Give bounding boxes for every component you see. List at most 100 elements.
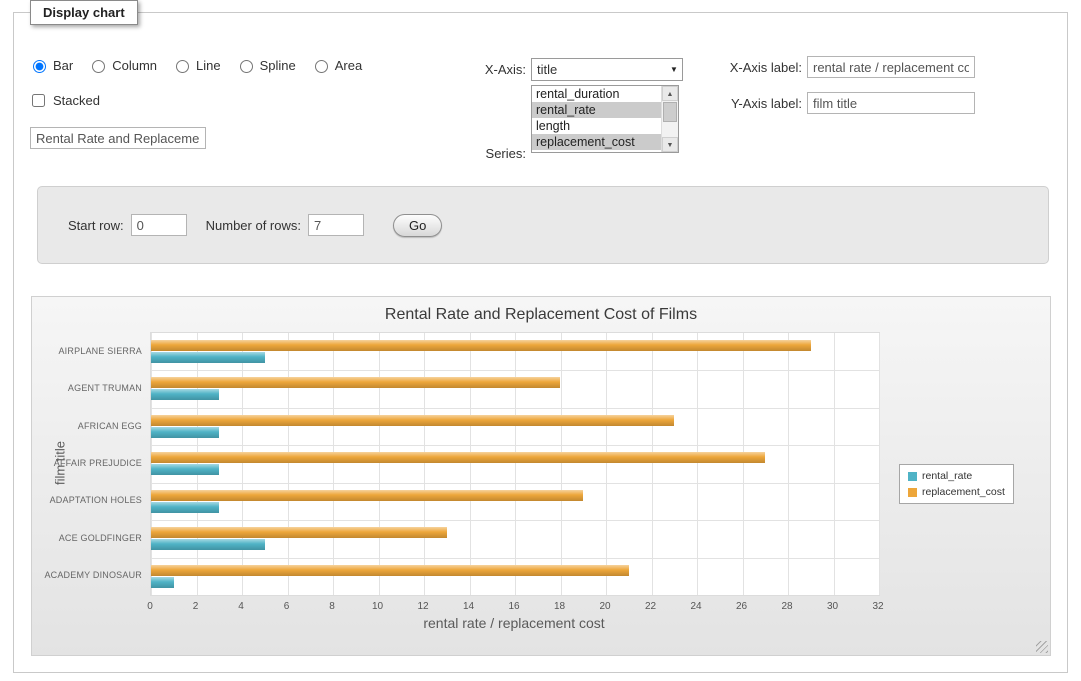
series-option-rental_rate[interactable]: rental_rate (532, 102, 661, 118)
xaxis-select[interactable]: title ▼ (531, 58, 683, 81)
series-listbox-options: rental_durationrental_ratelengthreplacem… (532, 86, 678, 150)
xaxis-select-label: X-Axis: (426, 62, 526, 77)
x-tick-label: 20 (590, 601, 620, 612)
radio-spline[interactable] (240, 60, 253, 73)
bar-rental_rate (151, 389, 219, 400)
bar-rental_rate (151, 577, 174, 588)
legend-item[interactable]: rental_rate (908, 470, 1005, 482)
radio-line[interactable] (176, 60, 189, 73)
gridline (879, 333, 880, 595)
panel-title: Display chart (30, 0, 138, 25)
stacked-option[interactable]: Stacked (28, 91, 100, 110)
bar-replacement_cost (151, 340, 811, 351)
start-row-label: Start row: (68, 218, 124, 233)
chart-type-option-column[interactable]: Column (87, 57, 157, 73)
plot-area (150, 332, 880, 596)
category-label: ADAPTATION HOLES (32, 495, 142, 505)
x-tick-label: 32 (863, 601, 893, 612)
xaxis-label-input[interactable] (807, 56, 975, 78)
gridline (379, 333, 380, 595)
yaxis-label-input[interactable] (807, 92, 975, 114)
bar-rental_rate (151, 539, 265, 550)
scroll-down-icon[interactable]: ▼ (662, 137, 678, 152)
gridline (743, 333, 744, 595)
chart-title-input[interactable] (30, 127, 206, 149)
x-tick-label: 16 (499, 601, 529, 612)
go-button[interactable]: Go (393, 214, 442, 237)
scrollbar-thumb[interactable] (663, 102, 677, 122)
gridline (151, 483, 879, 484)
radio-bar[interactable] (33, 60, 46, 73)
gridline (834, 333, 835, 595)
x-tick-label: 24 (681, 601, 711, 612)
series-option-length[interactable]: length (532, 118, 661, 134)
gridline (470, 333, 471, 595)
radio-label-text: Area (335, 58, 362, 73)
category-label: ACADEMY DINOSAUR (32, 570, 142, 580)
gridline (515, 333, 516, 595)
chart-type-option-spline[interactable]: Spline (235, 57, 296, 73)
legend-swatch (908, 488, 917, 497)
x-tick-label: 8 (317, 601, 347, 612)
radio-label-text: Line (196, 58, 221, 73)
category-label: ACE GOLDFINGER (32, 533, 142, 543)
bar-rental_rate (151, 464, 219, 475)
x-tick-label: 10 (363, 601, 393, 612)
gridline (242, 333, 243, 595)
chart-type-option-bar[interactable]: Bar (28, 57, 73, 73)
category-label: AFRICAN EGG (32, 421, 142, 431)
bar-rental_rate (151, 352, 265, 363)
radio-area[interactable] (315, 60, 328, 73)
num-rows-label: Number of rows: (206, 218, 301, 233)
series-listbox[interactable]: rental_durationrental_ratelengthreplacem… (531, 85, 679, 153)
series-option-rental_duration[interactable]: rental_duration (532, 86, 661, 102)
x-tick-label: 28 (772, 601, 802, 612)
category-label: AIRPLANE SIERRA (32, 346, 142, 356)
legend-label: replacement_cost (922, 486, 1005, 498)
resize-handle-icon[interactable] (1036, 641, 1048, 653)
bar-replacement_cost (151, 527, 447, 538)
x-tick-label: 22 (636, 601, 666, 612)
radio-column[interactable] (92, 60, 105, 73)
chart-legend: rental_rate replacement_cost (899, 464, 1014, 504)
gridline (288, 333, 289, 595)
legend-label: rental_rate (922, 470, 972, 482)
x-tick-label: 0 (135, 601, 165, 612)
radio-label-text: Column (112, 58, 157, 73)
chart-type-option-area[interactable]: Area (310, 57, 362, 73)
num-rows-input[interactable] (308, 214, 364, 236)
gridline (652, 333, 653, 595)
bar-replacement_cost (151, 377, 560, 388)
display-chart-panel: Display chart BarColumnLineSplineArea St… (13, 12, 1068, 673)
gridline (788, 333, 789, 595)
yaxis-label-field-label: Y-Axis label: (677, 96, 802, 111)
radio-label-text: Bar (53, 58, 73, 73)
bar-rental_rate (151, 502, 219, 513)
scroll-up-icon[interactable]: ▲ (662, 86, 678, 101)
gridline (151, 445, 879, 446)
stacked-label: Stacked (53, 93, 100, 108)
gridline (151, 520, 879, 521)
stacked-checkbox[interactable] (32, 94, 45, 107)
chart-container: Rental Rate and Replacement Cost of Film… (31, 296, 1051, 656)
gridline (151, 558, 879, 559)
bar-replacement_cost (151, 452, 765, 463)
bar-replacement_cost (151, 415, 674, 426)
x-tick-label: 2 (181, 601, 211, 612)
series-option-replacement_cost[interactable]: replacement_cost (532, 134, 661, 150)
gridline (151, 408, 879, 409)
series-scrollbar[interactable]: ▲ ▼ (661, 86, 678, 152)
start-row-input[interactable] (131, 214, 187, 236)
chart-type-option-line[interactable]: Line (171, 57, 221, 73)
bar-replacement_cost (151, 490, 583, 501)
chart-type-radio-group: Bar Column Line Spline Area (28, 57, 362, 73)
x-axis-title: rental rate / replacement cost (150, 615, 878, 631)
radio-label-text: Spline (260, 58, 296, 73)
x-tick-label: 6 (272, 601, 302, 612)
gridline (424, 333, 425, 595)
legend-item[interactable]: replacement_cost (908, 486, 1005, 498)
gridline (561, 333, 562, 595)
gridline (697, 333, 698, 595)
gridline (151, 370, 879, 371)
gridline (333, 333, 334, 595)
